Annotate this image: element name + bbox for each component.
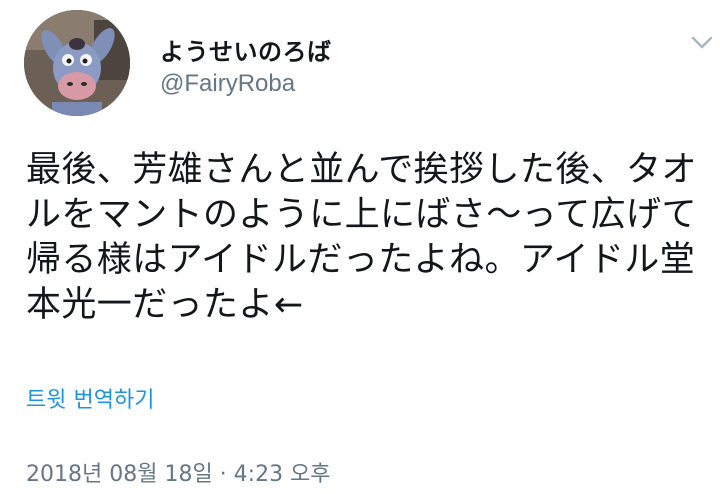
tweet-timestamp[interactable]: 2018년 08월 18일 · 4:23 오후 — [26, 461, 331, 489]
eeyore-avatar-icon — [24, 10, 130, 116]
avatar[interactable] — [24, 10, 130, 116]
author-display-name[interactable]: ようせいのろば — [160, 38, 332, 66]
tweet-text: 最後、芳雄さんと並んで挨拶した後、タオルをマントのように上にばさ〜って広げて帰る… — [26, 150, 697, 325]
translate-tweet-link[interactable]: 트윗 번역하기 — [26, 387, 154, 415]
chevron-down-icon[interactable] — [688, 30, 716, 54]
author-handle[interactable]: @FairyRoba — [160, 70, 295, 98]
